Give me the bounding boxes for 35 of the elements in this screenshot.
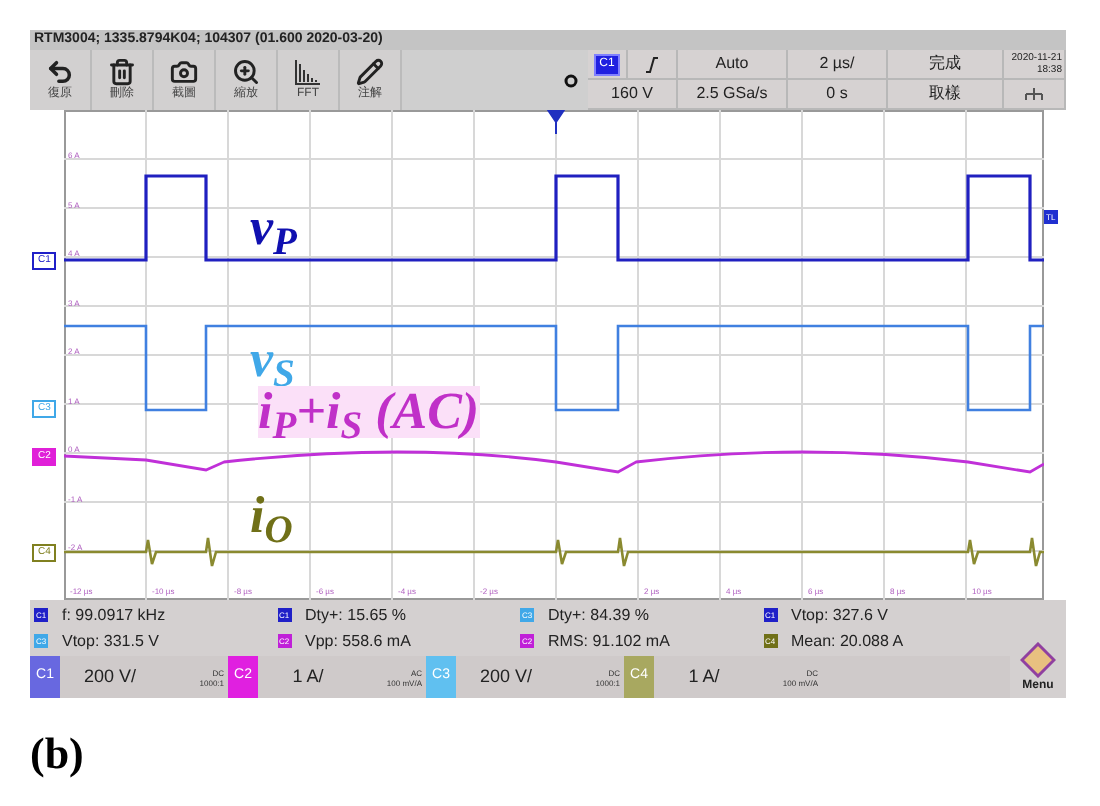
trace-label: i$_{O}$ [250,490,293,542]
trigger-mode[interactable]: Auto [678,50,788,80]
measurement-text: Dty+: 84.39 % [548,603,649,627]
trace-label: v$_{S}$ [250,334,295,386]
vertical-scale[interactable]: 1 A/ [654,656,754,698]
acquire-mode[interactable]: 取樣 [888,80,1004,110]
measurement-text: Vpp: 558.6 mA [305,629,411,653]
measurement-text: f: 99.0917 kHz [62,603,166,627]
measurement-text: Mean: 20.088 A [791,629,904,653]
trash-icon [108,58,136,86]
trigger-level[interactable]: 160 V [588,80,678,110]
curved-arrow-icon [46,58,74,86]
network-icon [1024,87,1044,101]
measurement-text: RMS: 91.102 mA [548,629,670,653]
time-position[interactable]: 0 s [788,80,888,110]
vertical-scale[interactable]: 200 V/ [456,656,556,698]
trigger-marker-icon [547,110,566,135]
sample-rate[interactable]: 2.5 GSa/s [678,80,788,110]
vertical-scale[interactable]: 200 V/ [60,656,160,698]
measurement-text: Dty+: 15.65 % [305,603,406,627]
run-status[interactable]: 完成 [888,50,1004,80]
spectrum-icon [294,58,322,86]
trace-label: v$_{P}$ [250,202,297,254]
vertical-scale[interactable]: 1 A/ [258,656,358,698]
measurement-text: Vtop: 327.6 V [791,603,888,627]
trace-label: i$_{P}$+i$_{S}$ (AC) [258,386,480,438]
measurement-text: Vtop: 331.5 V [62,629,159,653]
pencil-icon [356,58,384,86]
timebase-value[interactable]: 2 µs/ [788,50,888,80]
camera-icon [170,58,198,86]
rising-edge-icon[interactable] [644,55,660,73]
ring-icon [563,73,577,87]
magnifier-icon [232,58,260,86]
figure-label: (b) [30,728,84,780]
diamond-icon [1020,642,1056,678]
